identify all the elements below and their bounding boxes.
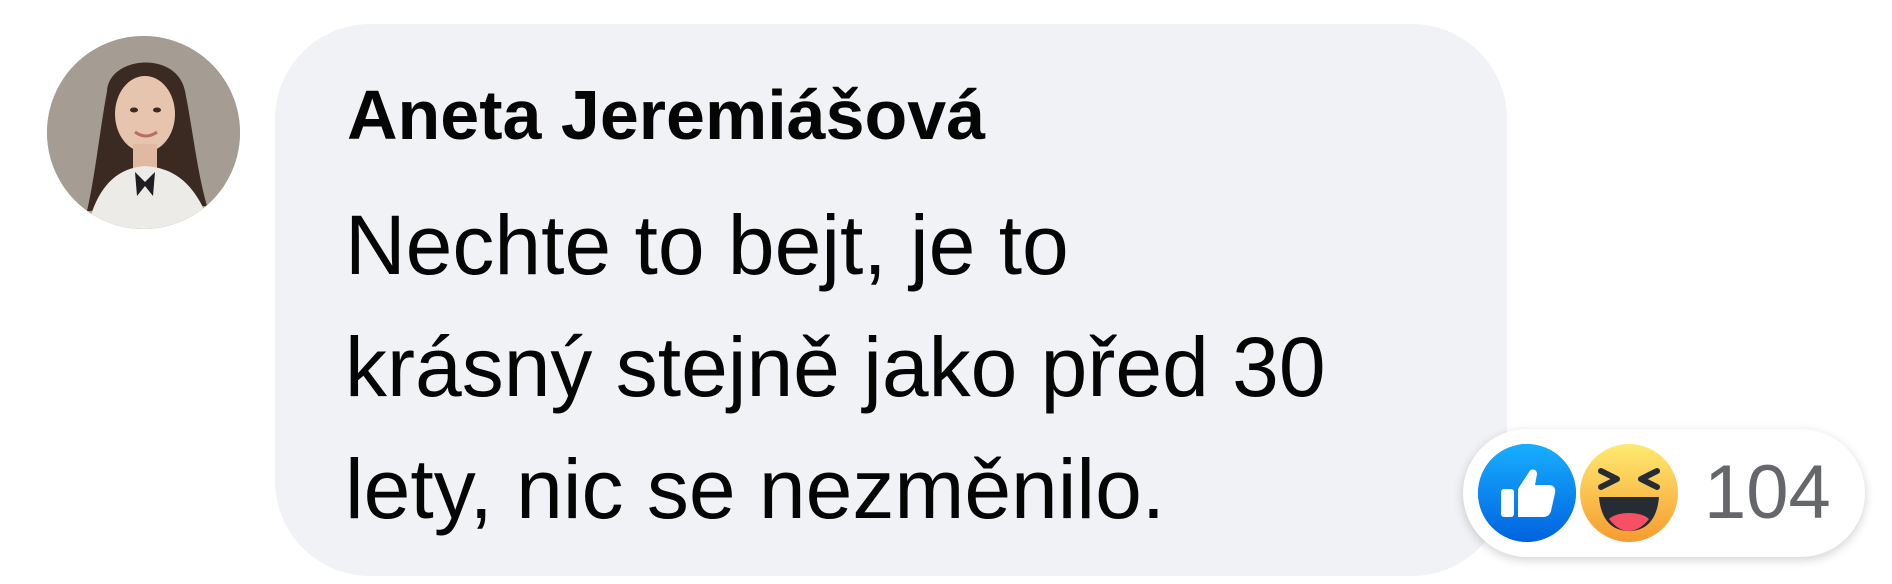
comment-bubble: Aneta Jeremiášová Nechte to bejt, je to … xyxy=(275,24,1507,576)
comment-text: Nechte to bejt, je to krásný stejně jako… xyxy=(345,184,1445,550)
avatar[interactable] xyxy=(47,36,240,229)
comment-text-line: lety, nic se nezměnilo. xyxy=(345,442,1166,536)
profile-photo-icon xyxy=(47,36,240,229)
comment-container: Aneta Jeremiášová Nechte to bejt, je to … xyxy=(0,0,1892,584)
reaction-summary[interactable]: 104 xyxy=(1463,429,1865,557)
comment-text-line: krásný stejně jako před 30 xyxy=(345,320,1326,414)
reaction-count: 104 xyxy=(1704,450,1831,535)
haha-icon xyxy=(1575,439,1683,547)
comment-text-line: Nechte to bejt, je to xyxy=(345,198,1069,292)
comment-author[interactable]: Aneta Jeremiášová xyxy=(347,80,985,150)
like-icon xyxy=(1473,439,1581,547)
